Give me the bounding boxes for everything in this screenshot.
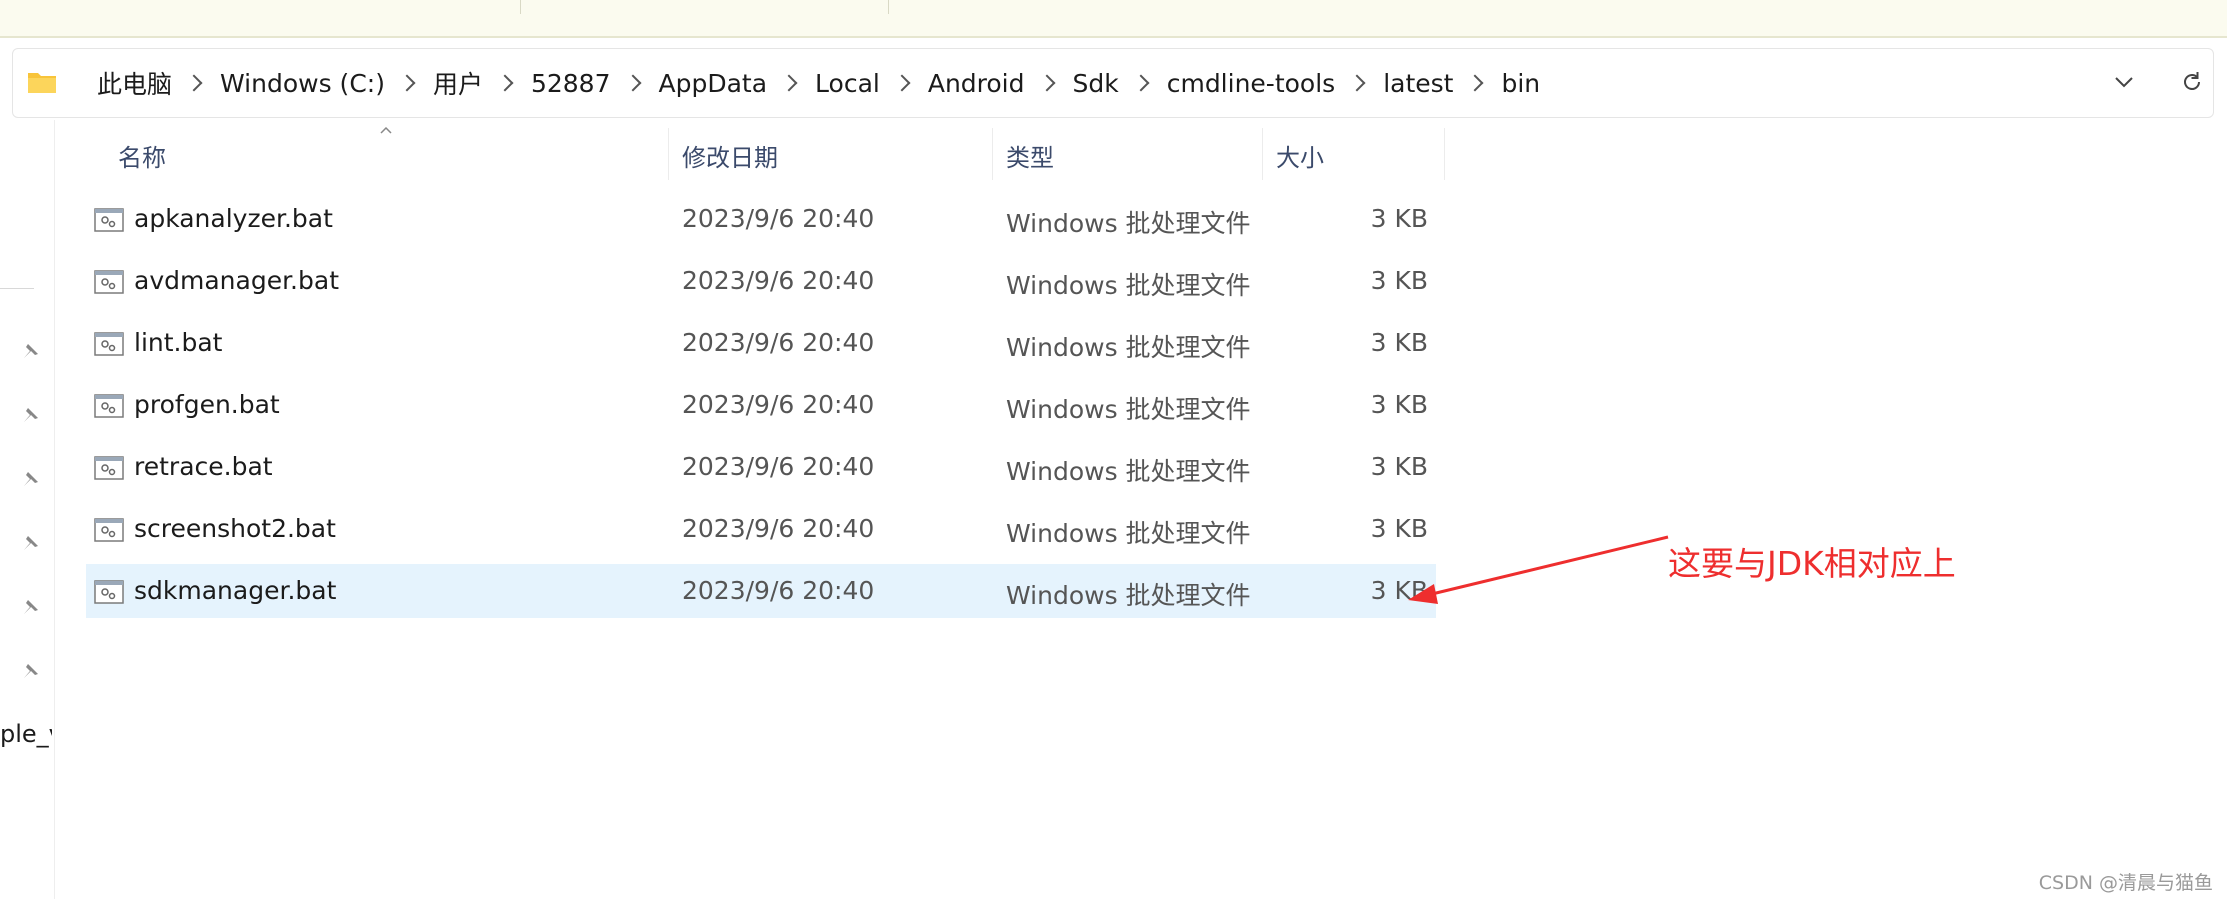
annotation-text: 这要与JDK相对应上 (1668, 544, 1956, 583)
annotation-arrow (1408, 535, 1669, 604)
watermark: CSDN @清晨与猫鱼 (2038, 872, 2213, 894)
